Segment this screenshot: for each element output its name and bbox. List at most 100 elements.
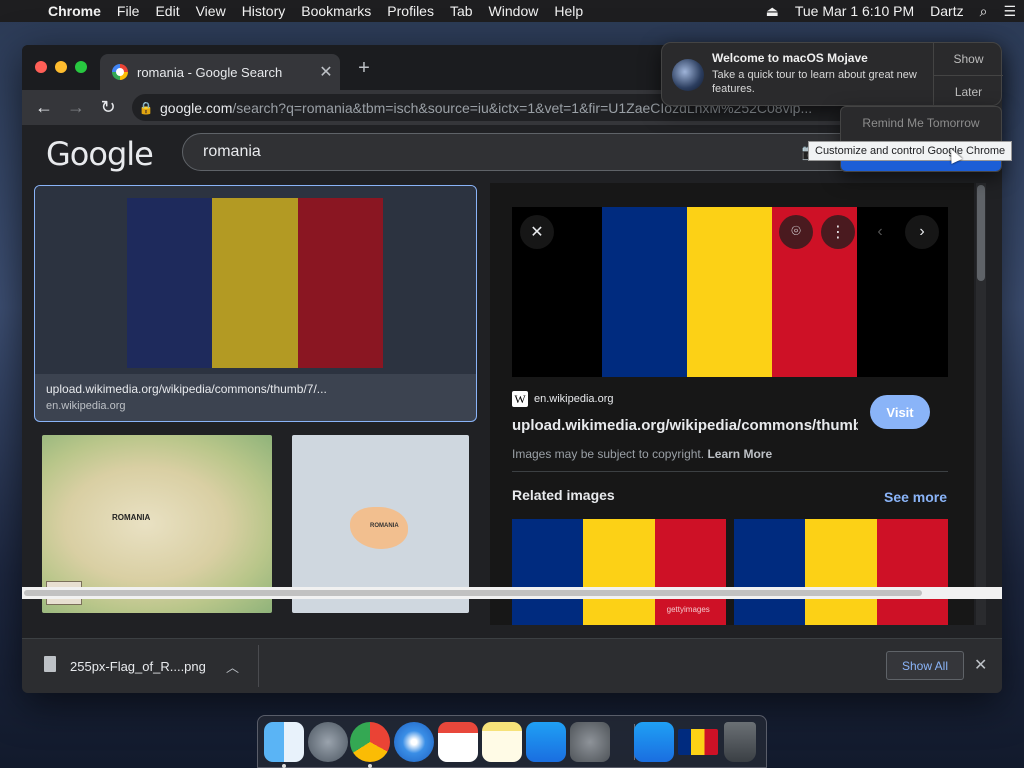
menu-bar: Chrome File Edit View History Bookmarks …	[0, 0, 1024, 22]
file-icon	[44, 656, 56, 672]
horizontal-scrollbar[interactable]	[22, 587, 1002, 599]
learn-more-link[interactable]: Learn More	[707, 447, 772, 461]
menu-clock[interactable]: Tue Mar 1 6:10 PM	[787, 3, 922, 19]
menu-user[interactable]: Dartz	[922, 3, 971, 19]
flag-yellow-stripe	[805, 519, 877, 625]
related-flag-image-2[interactable]	[734, 519, 948, 625]
eject-icon[interactable]: ⏏	[758, 3, 787, 20]
download-separator	[258, 645, 259, 687]
dock	[257, 715, 767, 768]
forward-arrow-icon[interactable]: →	[60, 97, 92, 118]
tab-google-search[interactable]: romania - Google Search ✕	[100, 54, 340, 90]
flag-blue-stripe	[602, 207, 687, 377]
notes-icon[interactable]	[482, 722, 522, 762]
menu-app-name[interactable]: Chrome	[40, 3, 109, 19]
menu-status-area: ⏏ Tue Mar 1 6:10 PM Dartz ⌕ ☰	[758, 0, 1024, 22]
vertical-scrollbar-thumb[interactable]	[977, 185, 985, 281]
notification-buttons: Show Later	[933, 43, 1003, 107]
launchpad-icon[interactable]	[308, 722, 348, 762]
minimize-window-button[interactable]	[55, 61, 67, 73]
flag-red-stripe: gettyimages	[654, 519, 726, 625]
menu-tab[interactable]: Tab	[442, 3, 481, 19]
next-image-icon[interactable]: ›	[905, 215, 939, 249]
divider	[512, 471, 948, 472]
map-label: ROMANIA	[112, 513, 151, 522]
flag-red-stripe	[876, 519, 948, 625]
spotlight-search-icon[interactable]: ⌕	[972, 3, 996, 20]
preview-source[interactable]: W en.wikipedia.org	[512, 391, 614, 407]
flag-blue-stripe	[127, 198, 213, 368]
chrome-dock-icon[interactable]	[350, 722, 390, 762]
calendar-icon[interactable]	[438, 722, 478, 762]
more-options-icon[interactable]: ⋮	[821, 215, 855, 249]
close-download-bar-icon[interactable]: ✕	[974, 655, 987, 675]
chevron-up-icon[interactable]: ︿	[226, 657, 239, 676]
new-tab-button[interactable]: +	[352, 57, 376, 80]
result-site: en.wikipedia.org	[46, 400, 126, 412]
menu-edit[interactable]: Edit	[147, 3, 187, 19]
romania-flag-image[interactable]	[127, 198, 383, 368]
flag-blue-stripe	[512, 519, 584, 625]
preview-flag-image[interactable]	[602, 207, 857, 377]
menu-file[interactable]: File	[109, 3, 148, 19]
flag-yellow-stripe	[583, 519, 655, 625]
running-indicator	[282, 764, 286, 768]
map-label: ROMANIA	[370, 523, 399, 529]
menu-profiles[interactable]: Profiles	[379, 3, 442, 19]
lock-icon[interactable]: 🔒	[132, 101, 160, 115]
flag-red-stripe	[297, 198, 383, 368]
flag-file-icon[interactable]	[678, 729, 718, 755]
related-flag-image-1[interactable]: gettyimages	[512, 519, 726, 625]
selected-image-result[interactable]: upload.wikimedia.org/wikipedia/commons/t…	[34, 185, 477, 422]
finder-icon[interactable]	[264, 722, 304, 762]
horizontal-scrollbar-thumb[interactable]	[24, 590, 922, 596]
back-arrow-icon[interactable]: ←	[28, 97, 60, 118]
remind-me-tomorrow-option[interactable]: Remind Me Tomorrow	[841, 107, 1001, 139]
lens-search-icon[interactable]: ⌾	[779, 215, 813, 249]
google-favicon-icon	[112, 64, 128, 80]
google-logo[interactable]: Google	[46, 135, 154, 173]
trash-icon[interactable]	[724, 722, 756, 762]
vertical-scrollbar[interactable]	[976, 183, 986, 625]
flag-blue-stripe	[734, 519, 806, 625]
safari-icon[interactable]	[394, 722, 434, 762]
system-preferences-icon[interactable]	[570, 722, 610, 762]
chrome-menu-tooltip: Customize and control Google Chrome	[808, 141, 1013, 161]
reload-icon[interactable]: ↻	[92, 97, 124, 118]
menu-window[interactable]: Window	[481, 3, 547, 19]
search-input[interactable]	[183, 143, 791, 161]
notification-title: Welcome to macOS Mojave	[712, 51, 868, 65]
google-search-box: 📷 🎤	[182, 133, 862, 171]
menu-view[interactable]: View	[188, 3, 234, 19]
later-button[interactable]: Later	[934, 75, 1003, 107]
app-store-icon[interactable]	[526, 722, 566, 762]
preview-title[interactable]: upload.wikimedia.org/wikipedia/commons/t…	[512, 417, 858, 434]
menu-bookmarks[interactable]: Bookmarks	[293, 3, 379, 19]
app-store-download-icon[interactable]	[634, 722, 674, 762]
copyright-notice: Images may be subject to copyright. Lear…	[512, 447, 772, 461]
previous-image-icon[interactable]: ‹	[863, 215, 897, 249]
visit-button[interactable]: Visit	[870, 395, 930, 429]
download-filename[interactable]: 255px-Flag_of_R....png	[70, 659, 206, 674]
mojave-notification: Welcome to macOS Mojave Take a quick tou…	[661, 42, 1003, 107]
url-host: google.com	[160, 99, 233, 116]
later-dropdown-menu: Remind Me Tomorrow	[840, 106, 1002, 172]
result-image-frame	[35, 186, 476, 374]
zoom-window-button[interactable]	[75, 61, 87, 73]
gettyimages-watermark: gettyimages	[666, 605, 710, 614]
image-preview-panel: ✕ ⌾ ⋮ ‹ › W en.wikipedia.org upload.wiki…	[490, 183, 974, 625]
mojave-app-icon	[672, 59, 704, 91]
menu-help[interactable]: Help	[546, 3, 591, 19]
show-all-button[interactable]: Show All	[886, 651, 964, 680]
tab-close-icon[interactable]: ✕	[312, 62, 340, 82]
close-preview-icon[interactable]: ✕	[520, 215, 554, 249]
google-images-page: Google 📷 🎤 upload.wikimedia.org/wikipedi…	[22, 125, 1002, 625]
show-button[interactable]: Show	[934, 43, 1003, 75]
menu-history[interactable]: History	[234, 3, 294, 19]
see-more-link[interactable]: See more	[884, 489, 947, 505]
close-window-button[interactable]	[35, 61, 47, 73]
preview-site: en.wikipedia.org	[534, 393, 614, 405]
notification-center-icon[interactable]: ☰	[995, 3, 1024, 20]
result-caption[interactable]: upload.wikimedia.org/wikipedia/commons/t…	[46, 382, 327, 396]
wikipedia-icon: W	[512, 391, 528, 407]
